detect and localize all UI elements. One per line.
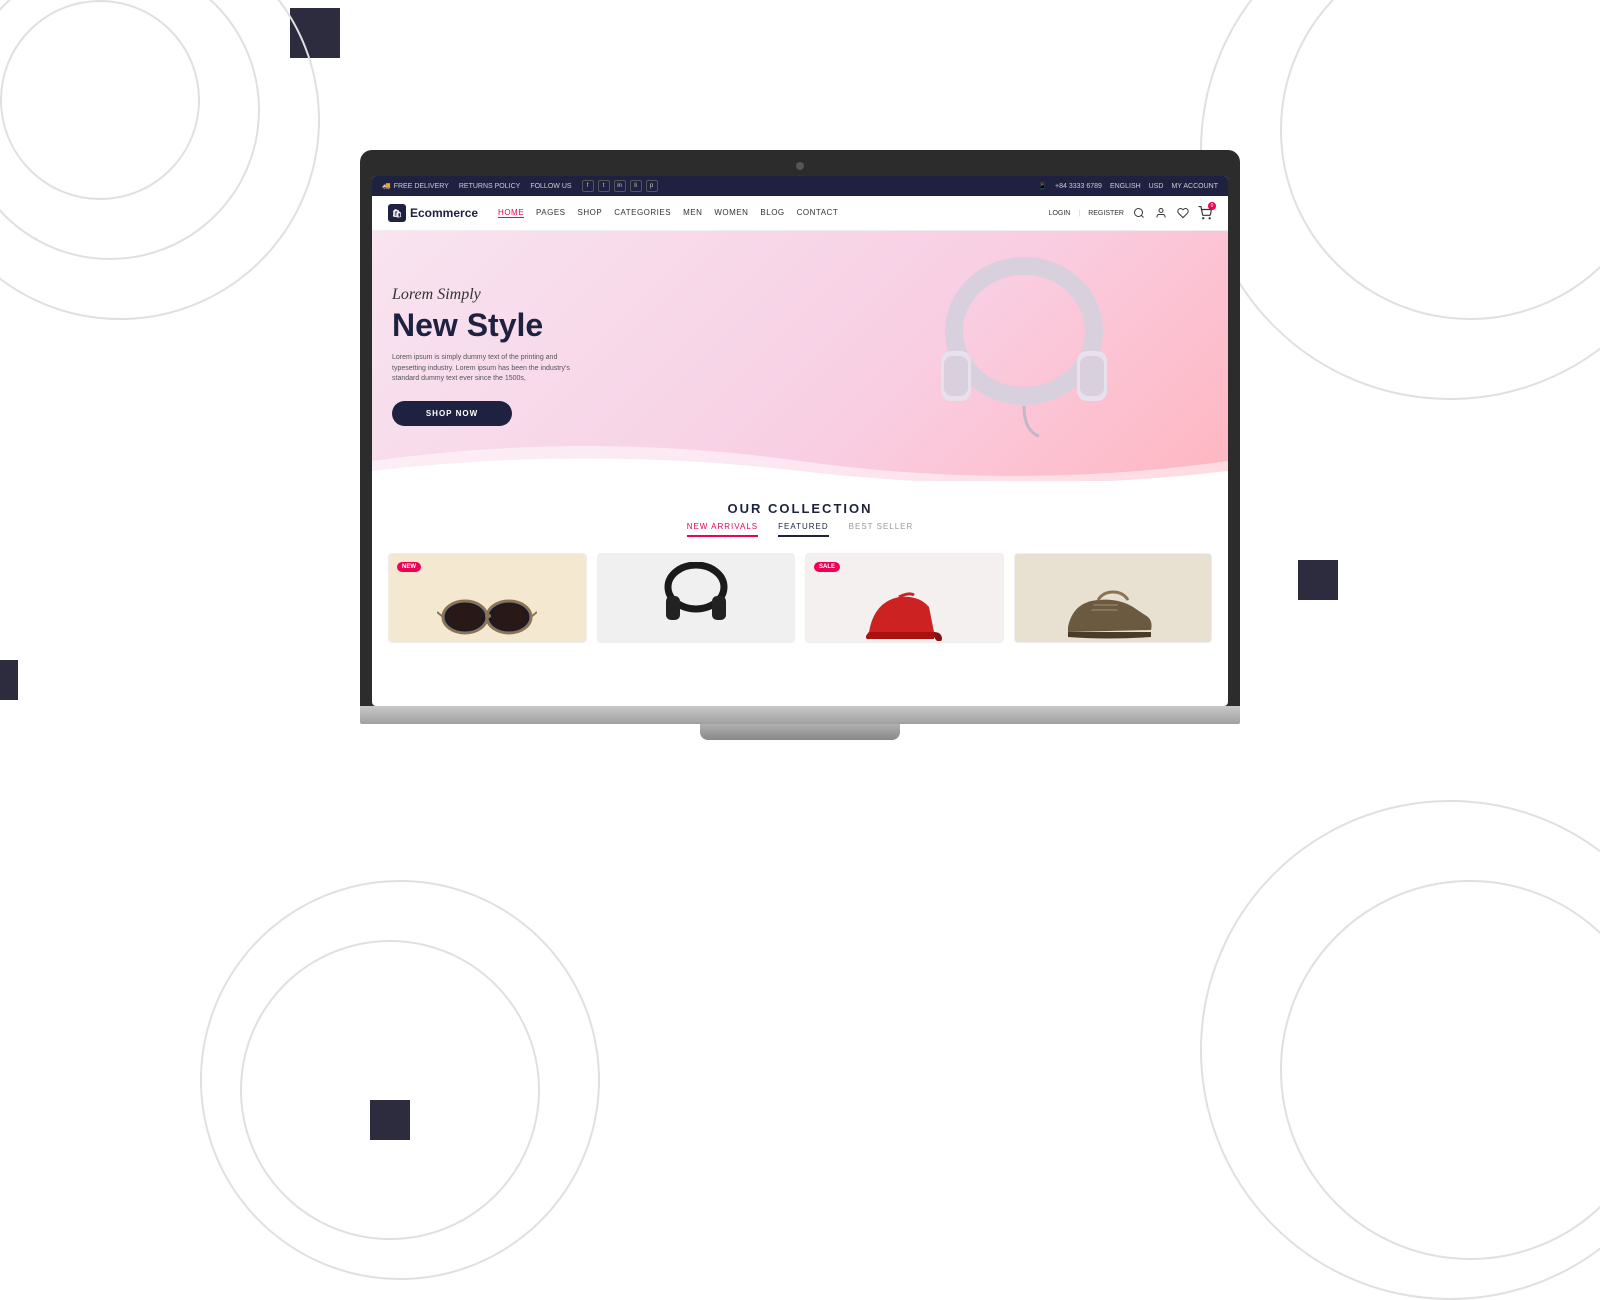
sunglasses-img xyxy=(437,587,537,642)
nav-blog[interactable]: BLOG xyxy=(760,208,784,218)
follow-label: FOLLOW US xyxy=(530,183,571,190)
product-badge-new: NEW xyxy=(397,562,421,572)
site-nav: 🛍 Ecommerce HOME PAGES SHOP CATEGORIES M… xyxy=(372,196,1228,231)
topbar-right: 📱 +84 3333 6789 ENGLISH USD MY ACCOUNT xyxy=(1038,182,1218,190)
hero-section: Lorem Simply New Style Lorem ipsum is si… xyxy=(372,231,1228,481)
nav-women[interactable]: WOMEN xyxy=(714,208,748,218)
site-topbar: 🚚 FREE DELIVERY RETURNS POLICY FOLLOW US… xyxy=(372,176,1228,196)
hero-wave xyxy=(372,431,1228,481)
nav-links: HOME PAGES SHOP CATEGORIES MEN WOMEN BLO… xyxy=(498,208,1049,218)
product-card-heels[interactable]: SALE xyxy=(805,553,1004,643)
decoration-square-2 xyxy=(1298,560,1338,600)
circle-br-1 xyxy=(1200,800,1600,1300)
collection-section: OUR COLLECTION NEW ARRIVALS FEATURED BES… xyxy=(372,481,1228,643)
collection-tabs: NEW ARRIVALS FEATURED BEST SELLER xyxy=(388,522,1212,537)
hero-script-text: Lorem Simply xyxy=(392,286,800,304)
product-badge-sale: SALE xyxy=(814,562,840,572)
nav-categories[interactable]: CATEGORIES xyxy=(614,208,671,218)
circle-tr-1 xyxy=(1200,0,1600,400)
nav-contact[interactable]: CONTACT xyxy=(797,208,839,218)
collection-title: OUR COLLECTION xyxy=(388,501,1212,516)
headphones-img xyxy=(661,562,731,642)
shoes-img xyxy=(1063,582,1163,642)
product-card-headphones[interactable] xyxy=(597,553,796,643)
phone-icon: 📱 xyxy=(1038,182,1047,190)
circle-br-2 xyxy=(1280,880,1600,1260)
my-account-label[interactable]: MY ACCOUNT xyxy=(1171,183,1218,190)
heels-img xyxy=(859,577,949,642)
nav-login[interactable]: LOGIN xyxy=(1049,210,1071,217)
logo-icon: 🛍 xyxy=(388,204,406,222)
topbar-returns: RETURNS POLICY xyxy=(459,183,520,190)
nav-actions: LOGIN | REGISTER 0 xyxy=(1049,206,1212,220)
tab-new-arrivals[interactable]: NEW ARRIVALS xyxy=(687,522,758,537)
tab-best-seller[interactable]: BEST SELLER xyxy=(849,522,914,537)
cart-badge: 0 xyxy=(1208,202,1216,210)
tab-featured[interactable]: FEATURED xyxy=(778,522,829,537)
nav-register[interactable]: REGISTER xyxy=(1088,210,1124,217)
phone-number: +84 3333 6789 xyxy=(1055,183,1102,190)
twitter-icon[interactable]: t xyxy=(598,180,610,192)
circle-bl-2 xyxy=(240,940,540,1240)
language-label[interactable]: ENGLISH xyxy=(1110,183,1141,190)
laptop-mockup: 🚚 FREE DELIVERY RETURNS POLICY FOLLOW US… xyxy=(360,150,1240,740)
search-icon[interactable] xyxy=(1132,206,1146,220)
nav-men[interactable]: MEN xyxy=(683,208,702,218)
nav-pages[interactable]: PAGES xyxy=(536,208,565,218)
laptop-base xyxy=(360,706,1240,724)
decoration-square-1 xyxy=(290,8,340,58)
decoration-square-4 xyxy=(370,1100,410,1140)
instagram-icon[interactable]: in xyxy=(614,180,626,192)
hero-description: Lorem ipsum is simply dummy text of the … xyxy=(392,353,592,385)
nav-home[interactable]: HOME xyxy=(498,208,524,218)
topbar-free-delivery: 🚚 FREE DELIVERY xyxy=(382,182,449,190)
logo-text: Ecommerce xyxy=(410,206,478,220)
product-grid: NEW xyxy=(388,553,1212,643)
product-card-shoes[interactable] xyxy=(1014,553,1213,643)
product-card-sunglasses[interactable]: NEW xyxy=(388,553,587,643)
headphone-illustration xyxy=(919,251,1129,461)
laptop-camera xyxy=(796,162,804,170)
linkedin-icon[interactable]: li xyxy=(630,180,642,192)
pinterest-icon[interactable]: p xyxy=(646,180,658,192)
truck-icon: 🚚 xyxy=(382,182,391,190)
laptop-stand xyxy=(700,724,900,740)
cart-icon[interactable]: 0 xyxy=(1198,206,1212,220)
user-icon[interactable] xyxy=(1154,206,1168,220)
circle-bl-1 xyxy=(200,880,600,1280)
laptop-body: 🚚 FREE DELIVERY RETURNS POLICY FOLLOW US… xyxy=(360,150,1240,706)
returns-label: RETURNS POLICY xyxy=(459,183,520,190)
decoration-square-3 xyxy=(0,660,18,700)
site-logo[interactable]: 🛍 Ecommerce xyxy=(388,204,478,222)
circle-tr-2 xyxy=(1280,0,1600,320)
wishlist-icon[interactable] xyxy=(1176,206,1190,220)
topbar-follow: FOLLOW US xyxy=(530,183,571,190)
hero-title: New Style xyxy=(392,308,800,343)
currency-label[interactable]: USD xyxy=(1149,183,1164,190)
shop-now-button[interactable]: SHOP NOW xyxy=(392,401,512,426)
circle-tl-1 xyxy=(0,0,320,320)
free-delivery-label: FREE DELIVERY xyxy=(394,183,449,190)
social-icons: f t in li p xyxy=(582,180,658,192)
topbar-left: 🚚 FREE DELIVERY RETURNS POLICY FOLLOW US… xyxy=(382,180,658,192)
nav-shop[interactable]: SHOP xyxy=(578,208,603,218)
circle-tl-3 xyxy=(0,0,200,200)
laptop-screen: 🚚 FREE DELIVERY RETURNS POLICY FOLLOW US… xyxy=(372,176,1228,706)
circle-tl-2 xyxy=(0,0,260,260)
facebook-icon[interactable]: f xyxy=(582,180,594,192)
